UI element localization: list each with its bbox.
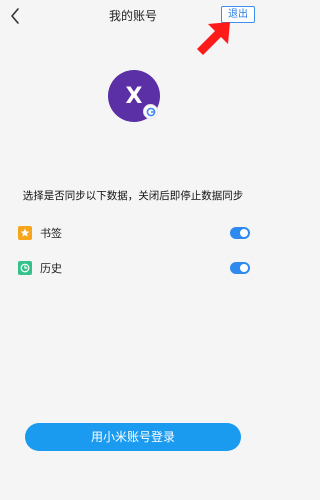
google-badge bbox=[143, 104, 158, 119]
clock-icon bbox=[18, 261, 32, 275]
google-icon bbox=[146, 107, 155, 116]
history-label: 历史 bbox=[40, 262, 62, 275]
avatar-initial: X bbox=[125, 83, 143, 109]
star-icon bbox=[18, 226, 32, 240]
toggle-knob bbox=[240, 264, 248, 272]
sync-row-bookmarks: 书签 bbox=[18, 224, 250, 244]
xiaomi-login-button[interactable]: 用小米账号登录 bbox=[25, 423, 241, 451]
history-toggle[interactable] bbox=[230, 262, 250, 274]
sync-row-history: 历史 bbox=[18, 259, 250, 279]
red-arrow-annotation-icon bbox=[197, 22, 230, 55]
bookmarks-toggle[interactable] bbox=[230, 227, 250, 239]
toggle-knob bbox=[240, 229, 248, 237]
sync-description: 选择是否同步以下数据，关闭后即停止数据同步 bbox=[22, 190, 244, 202]
bookmarks-label: 书签 bbox=[40, 227, 62, 240]
